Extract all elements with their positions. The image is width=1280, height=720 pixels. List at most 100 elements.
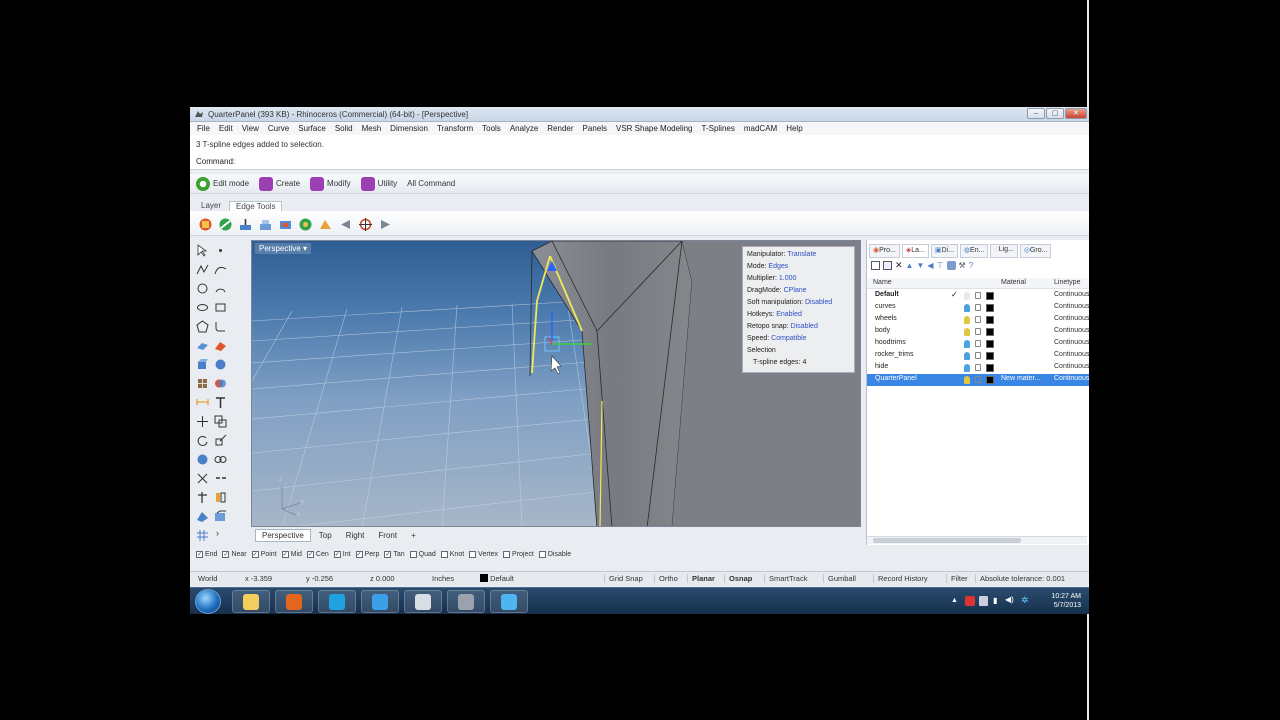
menu-mesh[interactable]: Mesh — [362, 124, 382, 133]
layer-linetype[interactable]: Continuous — [1054, 339, 1089, 346]
tab-perspective[interactable]: Perspective — [255, 528, 311, 542]
layer-row[interactable]: hoodtrims Continuous — [867, 338, 1089, 350]
layer-color-swatch[interactable] — [986, 352, 994, 360]
delete-layer-icon[interactable]: ✕ — [895, 261, 903, 270]
cplane-indicator[interactable]: World — [198, 574, 217, 583]
curve-icon[interactable] — [214, 263, 227, 276]
analyze-icon[interactable] — [196, 510, 209, 523]
tab-groups[interactable]: ◎Gro... — [1019, 244, 1052, 258]
planar-toggle[interactable]: Planar — [687, 574, 715, 583]
visibility-bulb-icon[interactable] — [964, 304, 970, 312]
osnap-disable[interactable]: Disable — [538, 550, 571, 558]
lock-icon[interactable] — [975, 328, 981, 335]
checkbox[interactable] — [440, 550, 448, 558]
render-icon[interactable] — [214, 510, 227, 523]
layer-row[interactable]: curves Continuous — [867, 302, 1089, 314]
skype-app-button[interactable] — [318, 590, 356, 613]
ortho-toggle[interactable]: Ortho — [654, 574, 678, 583]
tab-environment[interactable]: ◍En... — [959, 244, 989, 258]
modify-button[interactable]: Modify — [310, 176, 351, 191]
insert-edge-icon[interactable] — [258, 217, 273, 232]
trim-icon[interactable] — [196, 472, 209, 485]
close-button[interactable]: ✕ — [1065, 108, 1087, 119]
lock-icon[interactable] — [975, 364, 981, 371]
menu-madcam[interactable]: madCAM — [744, 124, 777, 133]
tray-expand-icon[interactable]: ▲ — [951, 597, 958, 604]
layer-row[interactable]: QuarterPanel New mater... Continuous — [867, 374, 1089, 386]
tab-edge-tools[interactable]: Edge Tools — [229, 201, 283, 211]
volume-icon[interactable]: ◀) — [1005, 595, 1014, 604]
extrude-icon[interactable] — [238, 217, 253, 232]
filter-icon[interactable]: ⊤ — [937, 261, 944, 270]
layer-name[interactable]: hide — [875, 363, 888, 370]
tab-top[interactable]: Top — [313, 530, 338, 541]
move-up-icon[interactable]: ▲ — [906, 261, 914, 270]
filter-toggle[interactable]: Filter — [946, 574, 968, 583]
create-button[interactable]: Create — [259, 176, 300, 191]
checkbox[interactable] — [469, 550, 477, 558]
tools-icon[interactable]: ⚒ — [959, 261, 966, 270]
layer-color-swatch[interactable] — [986, 364, 994, 372]
start-button[interactable] — [195, 589, 221, 614]
visibility-bulb-icon[interactable] — [964, 376, 970, 384]
text-icon[interactable] — [214, 396, 227, 409]
osnap-perp[interactable]: ✓ Perp — [355, 550, 379, 558]
firefox-app-button[interactable] — [275, 590, 313, 613]
osnap-quad[interactable]: Quad — [409, 550, 436, 558]
move-icon[interactable] — [196, 415, 209, 428]
menu-render[interactable]: Render — [547, 124, 573, 133]
rotate-icon[interactable] — [196, 434, 209, 447]
checkbox[interactable]: ✓ — [281, 550, 289, 558]
smarttrack-toggle[interactable]: SmartTrack — [764, 574, 807, 583]
tab-right[interactable]: Right — [340, 530, 371, 541]
tab-layer[interactable]: Layer — [195, 201, 227, 211]
checkbox[interactable]: ✓ — [196, 550, 203, 558]
gumball-toggle[interactable]: Gumball — [823, 574, 856, 583]
tab-layers[interactable]: ◈La... — [901, 244, 929, 258]
lock-icon[interactable] — [975, 352, 981, 359]
viewport-title[interactable]: Perspective ▾ — [255, 243, 312, 254]
rectangle-icon[interactable] — [214, 301, 227, 314]
horizontal-scrollbar[interactable] — [867, 536, 1087, 544]
menu-tsplines[interactable]: T-Splines — [702, 124, 735, 133]
tsplines-app-button[interactable] — [490, 590, 528, 613]
menu-vsr[interactable]: VSR Shape Modeling — [616, 124, 693, 133]
layer-color-swatch[interactable] — [986, 376, 994, 384]
dimension-icon[interactable] — [196, 396, 209, 409]
checkbox[interactable]: ✓ — [222, 550, 230, 558]
rhino-app-button[interactable] — [447, 590, 485, 613]
osnap-tan[interactable]: ✓ Tan — [384, 550, 405, 558]
current-layer-indicator[interactable]: Default — [480, 574, 514, 583]
menu-surface[interactable]: Surface — [298, 124, 326, 133]
command-input[interactable] — [238, 156, 738, 166]
visibility-bulb-icon[interactable] — [964, 328, 970, 336]
osnap-near[interactable]: ✓ Near — [222, 550, 247, 558]
polyline-icon[interactable] — [196, 263, 209, 276]
checkbox[interactable]: ✓ — [384, 550, 392, 558]
menu-analyze[interactable]: Analyze — [510, 124, 538, 133]
help-icon[interactable]: ? — [969, 261, 973, 270]
menu-solid[interactable]: Solid — [335, 124, 353, 133]
layer-linetype[interactable]: Continuous — [1054, 375, 1089, 382]
layer-row[interactable]: body Continuous — [867, 326, 1089, 338]
tspline-edge-icon[interactable] — [218, 217, 233, 232]
tspline-cube-icon[interactable] — [198, 217, 213, 232]
sphere-icon[interactable] — [214, 358, 227, 371]
arrow-right-icon[interactable] — [378, 217, 393, 232]
bridge-icon[interactable] — [278, 217, 293, 232]
weld-icon[interactable] — [298, 217, 313, 232]
join-icon[interactable] — [196, 491, 209, 504]
copy-icon[interactable] — [214, 415, 227, 428]
layer-color-swatch[interactable] — [986, 328, 994, 336]
osnap-knot[interactable]: Knot — [440, 550, 464, 558]
lock-icon[interactable] — [975, 340, 981, 347]
layer-linetype[interactable]: Continuous — [1054, 291, 1089, 298]
units-indicator[interactable]: Inches — [432, 574, 454, 583]
more-tools-icon[interactable]: › — [216, 528, 229, 541]
checkbox[interactable] — [503, 550, 511, 558]
explode-icon[interactable] — [214, 491, 227, 504]
layer-display-icon[interactable] — [946, 261, 956, 270]
grid-icon[interactable] — [196, 529, 209, 542]
lock-icon[interactable] — [975, 376, 981, 383]
tray-app-icon[interactable] — [965, 596, 975, 606]
